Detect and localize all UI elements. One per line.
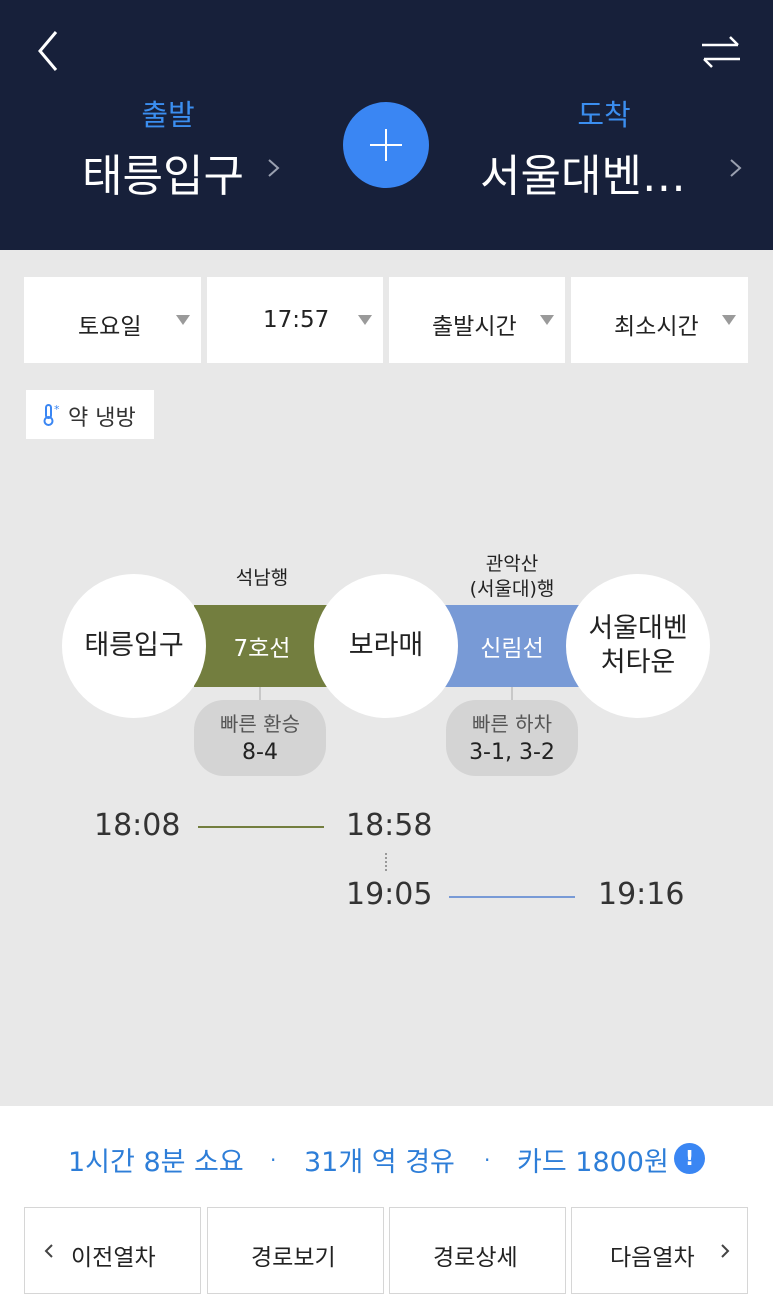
fast-exit-value: 3-1, 3-2 — [469, 740, 555, 765]
dropdown-arrow-icon — [358, 315, 372, 325]
day-filter[interactable]: 토요일 — [24, 277, 201, 363]
route-detail-button[interactable]: 경로상세 — [389, 1207, 566, 1294]
cooling-label: 약 냉방 — [68, 406, 136, 431]
transfer-wait-dots — [385, 853, 387, 871]
transfer-station-name: 보라매 — [348, 630, 424, 662]
swap-arrows-icon[interactable] — [696, 30, 746, 74]
time-type-filter-label: 출발시간 — [432, 314, 517, 340]
destination-station-name: 서울대벤 처타운 — [588, 613, 688, 678]
next-train-label: 다음열차 — [610, 1245, 695, 1271]
sillim-line-segment[interactable]: 신림선 — [444, 605, 580, 687]
dropdown-arrow-icon — [176, 315, 190, 325]
origin-station-name: 태릉입구 — [84, 630, 184, 662]
tip-connector — [511, 687, 513, 701]
fare-summary: 카드 1800원 — [517, 1147, 669, 1178]
line7-direction: 석남행 — [235, 567, 289, 589]
line7-segment[interactable]: 7호선 — [194, 605, 330, 687]
destination-station-circle[interactable]: 서울대벤 처타운 — [566, 574, 710, 718]
day-filter-label: 토요일 — [78, 314, 142, 340]
stations-summary: 31개 역 경유 — [304, 1147, 455, 1178]
origin-station-circle[interactable]: 태릉입구 — [62, 574, 206, 718]
route-detail-label: 경로상세 — [433, 1245, 518, 1271]
fast-transfer-label: 빠른 환승 — [220, 712, 300, 736]
fast-transfer-value: 8-4 — [242, 740, 278, 765]
chevron-right-icon[interactable] — [264, 150, 284, 186]
dropdown-arrow-icon — [722, 315, 736, 325]
route-view-label: 경로보기 — [251, 1245, 336, 1271]
info-icon[interactable]: ! — [674, 1143, 705, 1174]
departure-label: 출발 — [141, 98, 195, 132]
route-header: 출발 태릉입구 도착 서울대벤… — [0, 0, 773, 250]
transfer-arrival-time: 18:58 — [346, 808, 433, 843]
transfer-departure-time: 19:05 — [346, 877, 433, 912]
summary-separator: · — [270, 1148, 277, 1172]
next-train-button[interactable]: 다음열차 — [571, 1207, 748, 1294]
sort-filter-label: 최소시간 — [614, 314, 699, 340]
time-type-filter[interactable]: 출발시간 — [389, 277, 565, 363]
arrival-label: 도착 — [577, 98, 631, 132]
sillim-time-line — [449, 896, 575, 898]
summary-separator: · — [484, 1148, 491, 1172]
svg-text:*: * — [54, 403, 60, 416]
add-waypoint-button[interactable] — [343, 102, 429, 188]
chevron-right-icon[interactable] — [726, 150, 746, 186]
thermometer-icon: * — [42, 403, 62, 432]
tip-connector — [259, 687, 261, 701]
cooling-badge: * 약 냉방 — [26, 390, 154, 439]
sillim-line-name: 신림선 — [480, 636, 544, 662]
departure-time: 18:08 — [94, 808, 181, 843]
time-filter[interactable]: 17:57 — [207, 277, 383, 363]
duration-summary: 1시간 8분 소요 — [68, 1147, 244, 1178]
chevron-right-icon — [721, 1244, 730, 1258]
line7-name: 7호선 — [233, 636, 291, 662]
transfer-station-circle[interactable]: 보라매 — [314, 574, 458, 718]
prev-train-label: 이전열차 — [71, 1245, 156, 1271]
fast-exit-label: 빠른 하차 — [472, 712, 552, 736]
arrival-time: 19:16 — [598, 877, 685, 912]
departure-station[interactable]: 태릉입구 — [82, 140, 244, 204]
arrival-station[interactable]: 서울대벤… — [480, 140, 686, 204]
sort-filter[interactable]: 최소시간 — [571, 277, 748, 363]
sillim-direction: 관악산 (서울대)행 — [469, 553, 555, 600]
line7-time-line — [198, 826, 324, 828]
chevron-left-icon — [44, 1244, 53, 1258]
dropdown-arrow-icon — [540, 315, 554, 325]
route-view-button[interactable]: 경로보기 — [207, 1207, 384, 1294]
prev-train-button[interactable]: 이전열차 — [24, 1207, 201, 1294]
fast-transfer-tip: 빠른 환승 8-4 — [194, 700, 326, 776]
fast-exit-tip: 빠른 하차 3-1, 3-2 — [446, 700, 578, 776]
chevron-left-icon[interactable] — [28, 26, 72, 76]
time-filter-label: 17:57 — [263, 307, 330, 333]
